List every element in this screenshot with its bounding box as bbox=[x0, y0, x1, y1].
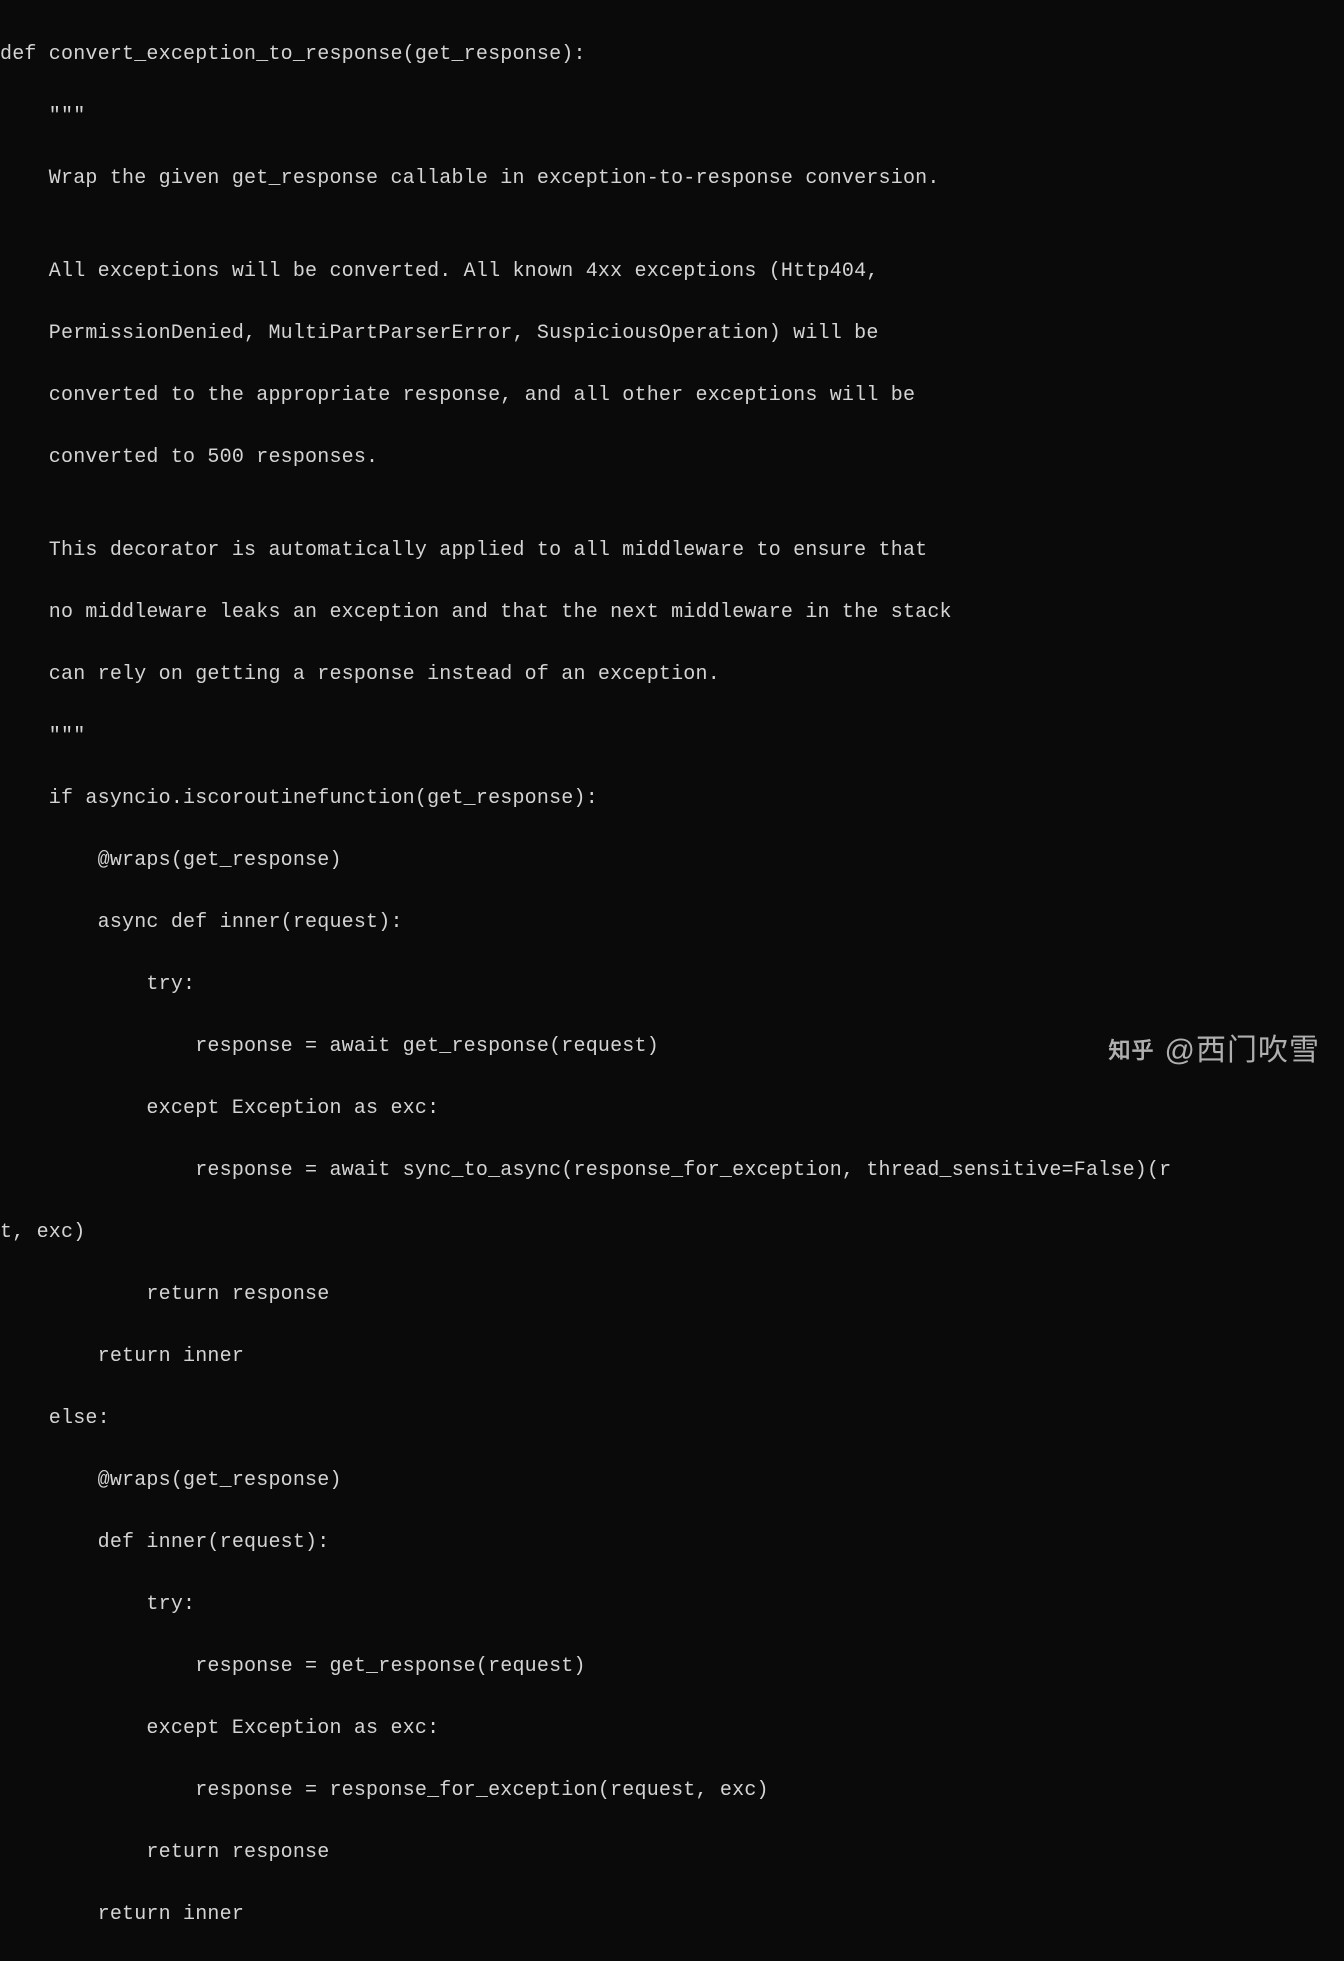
code-line: no middleware leaks an exception and tha… bbox=[0, 597, 1344, 628]
code-line: This decorator is automatically applied … bbox=[0, 535, 1344, 566]
code-line: return response bbox=[0, 1279, 1344, 1310]
code-line: All exceptions will be converted. All kn… bbox=[0, 256, 1344, 287]
code-line: Wrap the given get_response callable in … bbox=[0, 163, 1344, 194]
code-line: else: bbox=[0, 1403, 1344, 1434]
code-block: def convert_exception_to_response(get_re… bbox=[0, 8, 1344, 1961]
code-line: can rely on getting a response instead o… bbox=[0, 659, 1344, 690]
watermark: 知乎 @西门吹雪 bbox=[1109, 1028, 1320, 1075]
code-line: except Exception as exc: bbox=[0, 1093, 1344, 1124]
code-line: response = response_for_exception(reques… bbox=[0, 1775, 1344, 1806]
code-line: @wraps(get_response) bbox=[0, 1465, 1344, 1496]
code-line: response = get_response(request) bbox=[0, 1651, 1344, 1682]
code-line: """ bbox=[0, 101, 1344, 132]
code-line: """ bbox=[0, 721, 1344, 752]
code-line: return response bbox=[0, 1837, 1344, 1868]
code-line: def inner(request): bbox=[0, 1527, 1344, 1558]
code-line: def convert_exception_to_response(get_re… bbox=[0, 39, 1344, 70]
code-line: t, exc) bbox=[0, 1217, 1344, 1248]
code-line: except Exception as exc: bbox=[0, 1713, 1344, 1744]
code-line: converted to 500 responses. bbox=[0, 442, 1344, 473]
code-line: return inner bbox=[0, 1341, 1344, 1372]
code-line: if asyncio.iscoroutinefunction(get_respo… bbox=[0, 783, 1344, 814]
code-line: converted to the appropriate response, a… bbox=[0, 380, 1344, 411]
zhihu-logo-text: 知乎 bbox=[1109, 1040, 1155, 1062]
code-line: try: bbox=[0, 1589, 1344, 1620]
code-line: PermissionDenied, MultiPartParserError, … bbox=[0, 318, 1344, 349]
watermark-author: @西门吹雪 bbox=[1165, 1028, 1320, 1075]
code-line: response = await sync_to_async(response_… bbox=[0, 1155, 1344, 1186]
code-line: async def inner(request): bbox=[0, 907, 1344, 938]
code-line: return inner bbox=[0, 1899, 1344, 1930]
code-line: @wraps(get_response) bbox=[0, 845, 1344, 876]
code-line: try: bbox=[0, 969, 1344, 1000]
zhihu-logo-icon: 知乎 bbox=[1109, 1040, 1155, 1062]
